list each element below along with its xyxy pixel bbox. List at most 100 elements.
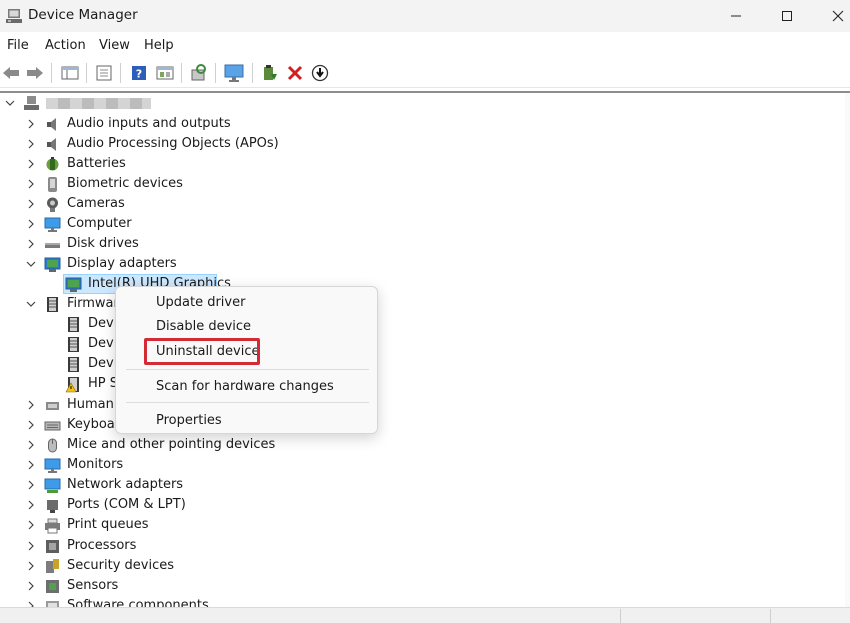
forward-arrow-icon[interactable] (25, 63, 45, 83)
tree-item-label: Human (67, 397, 114, 412)
chevron-right-icon[interactable] (25, 540, 37, 552)
context-menu-scan-hardware[interactable]: Scan for hardware changes (156, 379, 334, 394)
firmware-icon (65, 336, 82, 353)
tree-category-row[interactable]: Processors (0, 536, 600, 556)
minimize-button[interactable] (713, 0, 759, 32)
chevron-down-icon[interactable] (4, 97, 16, 109)
monitor-icon (44, 457, 61, 474)
tree-category-row[interactable]: Network adapters (0, 475, 600, 495)
menu-file[interactable]: File (7, 38, 29, 53)
tree-category-row[interactable]: Sensors (0, 576, 600, 596)
tree-item-label: Devi (88, 356, 118, 371)
show-hide-tree-icon[interactable] (60, 63, 80, 83)
uninstall-highlight-box (144, 338, 260, 365)
close-button[interactable] (815, 0, 850, 32)
tree-item-label: Batteries (67, 156, 126, 171)
disk-icon (44, 236, 61, 253)
chevron-right-icon[interactable] (25, 479, 37, 491)
tree-category-row[interactable]: Mice and other pointing devices (0, 435, 600, 455)
tree-category-row[interactable]: Disk drives (0, 234, 600, 254)
chevron-right-icon[interactable] (25, 218, 37, 230)
chevron-right-icon[interactable] (25, 459, 37, 471)
chevron-right-icon[interactable] (25, 399, 37, 411)
tree-category-row[interactable]: Software components (0, 596, 600, 607)
chevron-right-icon[interactable] (25, 138, 37, 150)
svg-text:?: ? (136, 68, 142, 81)
chevron-down-icon[interactable] (25, 258, 37, 270)
display-adapter-icon (65, 276, 82, 293)
tree-item-label: Security devices (67, 558, 174, 573)
display-adapter-icon (44, 256, 61, 273)
tree-category-row[interactable]: Print queues (0, 515, 600, 535)
tree-item-label: Devi (88, 336, 118, 351)
tree-item-label: Biometric devices (67, 176, 183, 191)
menu-help[interactable]: Help (144, 38, 174, 53)
toolbar: ? (0, 58, 850, 88)
tree-item-label: Monitors (67, 457, 124, 472)
chevron-right-icon[interactable] (25, 519, 37, 531)
chevron-right-icon[interactable] (25, 580, 37, 592)
chevron-right-icon[interactable] (25, 419, 37, 431)
toolbar-divider (120, 63, 121, 83)
status-bar (0, 607, 850, 623)
properties-icon[interactable] (94, 63, 114, 83)
chevron-right-icon[interactable] (25, 439, 37, 451)
view-icon[interactable] (155, 63, 175, 83)
tree-category-row[interactable]: Monitors (0, 455, 600, 475)
tree-category-row[interactable]: Audio inputs and outputs (0, 114, 600, 134)
network-icon (44, 477, 61, 494)
tree-item-label: Display adapters (67, 256, 177, 271)
monitor-icon[interactable] (224, 63, 244, 83)
chevron-right-icon[interactable] (25, 499, 37, 511)
context-menu-disable-device[interactable]: Disable device (156, 319, 251, 334)
update-driver-icon[interactable] (260, 63, 280, 83)
firmware-icon (65, 316, 82, 333)
back-arrow-icon[interactable] (1, 63, 21, 83)
sensor-icon (44, 578, 61, 595)
chevron-right-icon[interactable] (25, 238, 37, 250)
menu-view[interactable]: View (99, 38, 130, 53)
tree-item-label: Keyboar (67, 417, 121, 432)
tree-category-row[interactable]: Batteries (0, 154, 600, 174)
chevron-right-icon[interactable] (25, 560, 37, 572)
tree-item-label: Audio Processing Objects (APOs) (67, 136, 279, 151)
tree-category-row[interactable]: Security devices (0, 556, 600, 576)
scan-hardware-icon[interactable] (189, 63, 209, 83)
tree-category-row[interactable]: Computer (0, 214, 600, 234)
uninstall-icon[interactable] (285, 63, 305, 83)
tree-item-label: Cameras (67, 196, 125, 211)
chevron-down-icon[interactable] (25, 298, 37, 310)
tree-item-label: Disk drives (67, 236, 139, 251)
menu-bar: File Action View Help (0, 34, 850, 58)
tree-item-label: Sensors (67, 578, 119, 593)
tree-category-row[interactable]: Ports (COM & LPT) (0, 495, 600, 515)
tree-category-row[interactable]: Cameras (0, 194, 600, 214)
context-menu-update-driver[interactable]: Update driver (156, 295, 245, 310)
chevron-right-icon[interactable] (25, 198, 37, 210)
maximize-button[interactable] (764, 0, 810, 32)
tree-item-label: HP S (88, 376, 118, 391)
chevron-right-icon[interactable] (25, 158, 37, 170)
toolbar-divider (51, 63, 52, 83)
speaker-icon (44, 116, 61, 133)
chevron-right-icon[interactable] (25, 178, 37, 190)
help-icon[interactable]: ? (129, 63, 149, 83)
tree-root-row[interactable] (0, 93, 600, 113)
tree-item-label: Processors (67, 538, 137, 553)
disable-device-icon[interactable] (310, 63, 330, 83)
menu-action[interactable]: Action (45, 38, 86, 53)
port-icon (44, 497, 61, 514)
tree-item-label: Print queues (67, 517, 149, 532)
status-divider (620, 609, 621, 623)
tree-item-label: Audio inputs and outputs (67, 116, 231, 131)
device-manager-app-icon (6, 8, 22, 24)
chevron-right-icon[interactable] (25, 600, 37, 607)
tree-category-row[interactable]: Audio Processing Objects (APOs) (0, 134, 600, 154)
context-menu-properties[interactable]: Properties (156, 413, 222, 428)
tree-item-label: Ports (COM & LPT) (67, 497, 186, 512)
tree-category-row[interactable]: Biometric devices (0, 174, 600, 194)
tree-scrollbar[interactable] (845, 93, 850, 607)
tree-category-row[interactable]: Display adapters (0, 254, 600, 274)
chevron-right-icon[interactable] (25, 118, 37, 130)
context-menu-separator (126, 369, 369, 370)
